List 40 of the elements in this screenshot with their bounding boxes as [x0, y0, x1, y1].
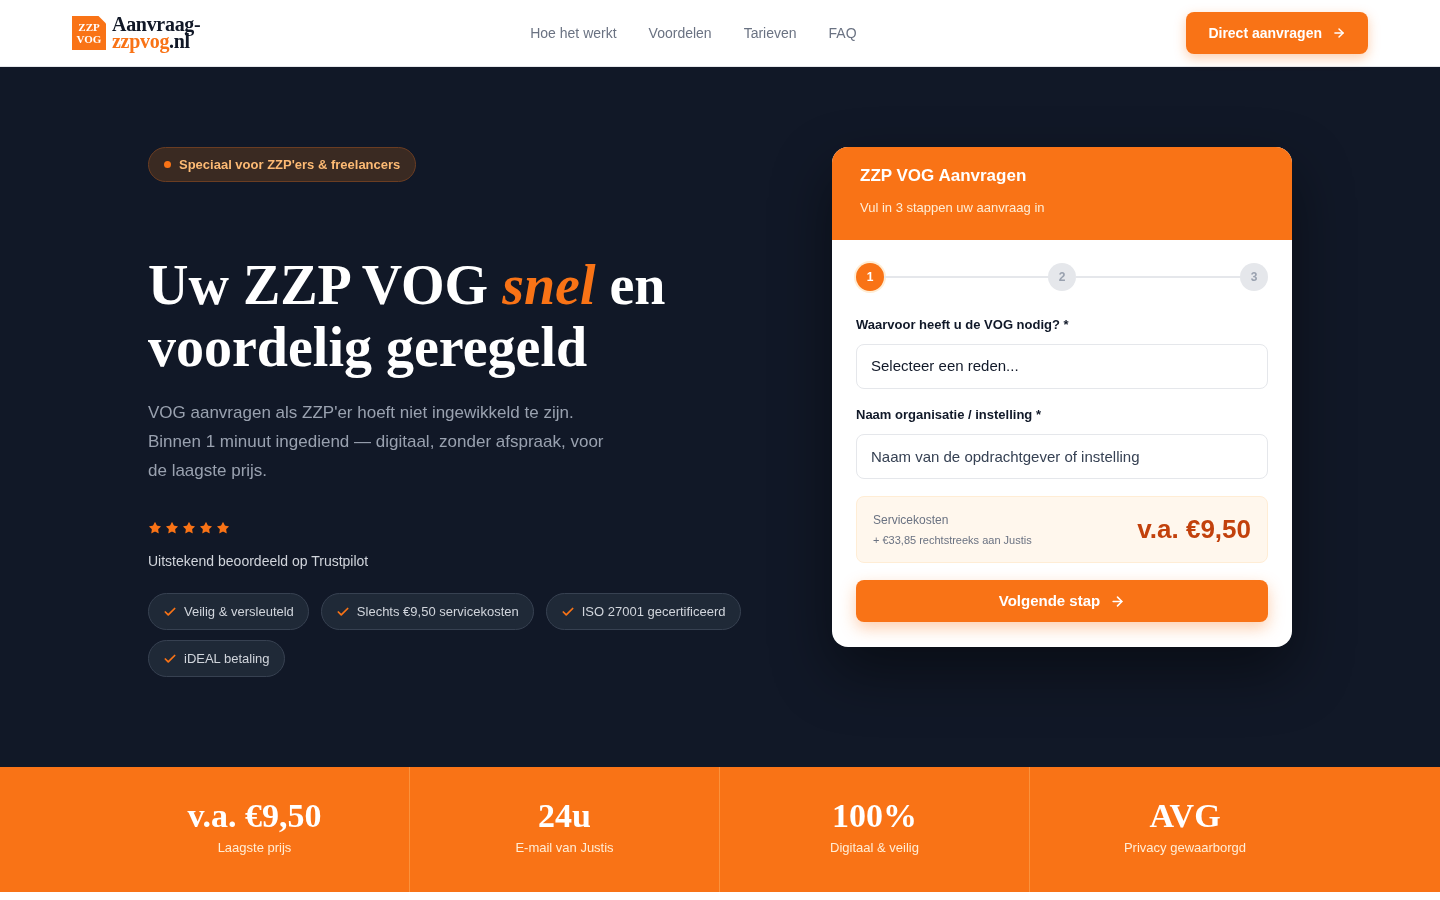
price-label: Servicekosten	[873, 511, 950, 528]
price-note: + €33,85 rechtstreeks aan Justis	[873, 532, 1032, 548]
field-label: Waarvoor heeft u de VOG nodig? *	[856, 316, 1070, 334]
star-icon	[182, 521, 196, 535]
card-subtitle: Vul in 3 stappen uw aanvraag in	[860, 199, 1046, 217]
step-indicator[interactable]: 1	[856, 263, 884, 291]
organisation-input[interactable]: Naam van de opdrachtgever of instelling	[856, 434, 1268, 479]
badge-text: Speciaal voor ZZP'ers & freelancers	[179, 155, 401, 174]
rating-text: Uitstekend beoordeeld op Trustpilot	[148, 552, 370, 571]
stat-value: v.a. €9,50	[186, 796, 323, 836]
star-icon	[148, 521, 162, 535]
field-label: Naam organisatie / instelling *	[856, 406, 1042, 424]
stat-value: 100%	[831, 796, 918, 836]
reason-select[interactable]: Selecteer een reden...	[856, 344, 1268, 389]
nav-link[interactable]: Voordelen	[648, 22, 712, 44]
star-icon	[199, 521, 213, 535]
feature-label: Veilig & versleuteld	[184, 602, 294, 621]
stat-label: Privacy gewaarborgd	[1122, 839, 1248, 857]
nav-link[interactable]: FAQ	[828, 22, 857, 44]
next-step-button[interactable]: Volgende stap	[856, 580, 1268, 622]
star-icon	[216, 521, 230, 535]
stat-label: Laagste prijs	[216, 839, 293, 857]
nav-link[interactable]: Tarieven	[743, 22, 797, 44]
feature-label: ISO 27001 gecertificeerd	[581, 602, 726, 621]
cta-button[interactable]: Direct aanvragen	[1186, 12, 1368, 54]
price-amount: v.a. €9,50	[1137, 513, 1251, 546]
logo-mark[interactable]: ZZP VOG	[72, 16, 106, 50]
feature-label: Slechts €9,50 servicekosten	[356, 602, 519, 621]
stat-label: E-mail van Justis	[514, 839, 615, 857]
stat-label: Digitaal & veilig	[829, 839, 920, 857]
hero-intro: VOG aanvragen als ZZP'er hoeft niet ingewikkeld te zijn. Binnen 1 minuut ingediend — digitaal, zonder afspraak, voor de laagste prijs.	[148, 402, 605, 482]
stat-value: 24u	[537, 796, 592, 836]
hero-heading: Uw ZZP VOG snel en voordelig geregeld	[148, 254, 667, 378]
feature-label: iDEAL betaling	[184, 649, 270, 668]
arrow-right-icon	[1110, 593, 1126, 609]
arrow-right-icon	[1332, 26, 1346, 40]
nav-link[interactable]: Hoe het werkt	[530, 22, 617, 44]
card-title: ZZP VOG Aanvragen	[860, 165, 1028, 187]
star-icon	[165, 521, 179, 535]
stat-value: AVG	[1148, 796, 1222, 836]
